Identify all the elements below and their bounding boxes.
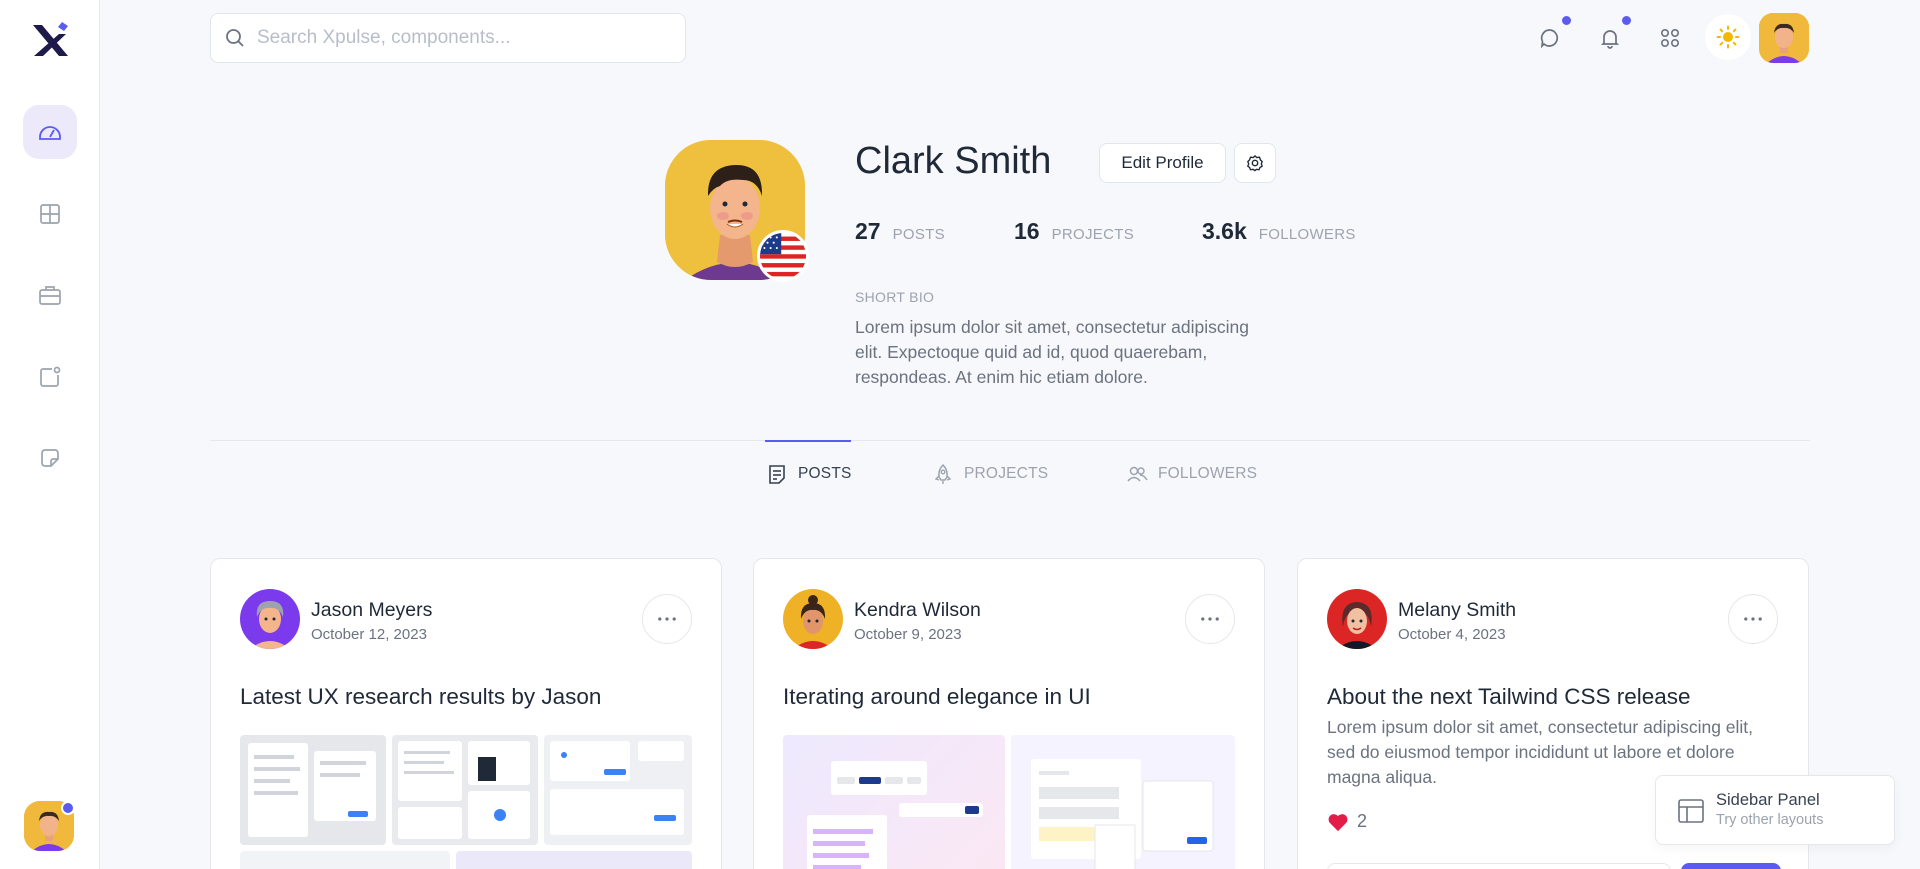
post-gallery[interactable] bbox=[783, 735, 1235, 869]
sticky-note-icon bbox=[41, 449, 59, 467]
profile-settings-button[interactable] bbox=[1234, 143, 1276, 183]
post-options-button[interactable] bbox=[1185, 594, 1235, 644]
notifications-button[interactable] bbox=[1594, 22, 1626, 54]
layout-icon bbox=[1678, 799, 1704, 823]
stat-label: FOLLOWERS bbox=[1258, 226, 1356, 243]
notifications-badge bbox=[1622, 16, 1631, 25]
sidebar-item-dashboard[interactable] bbox=[23, 105, 77, 159]
stat-value: 27 bbox=[855, 218, 881, 244]
post-date: October 9, 2023 bbox=[854, 626, 962, 643]
tab-followers[interactable]: FOLLOWERS bbox=[1126, 463, 1257, 485]
post-author[interactable]: Kendra Wilson bbox=[854, 599, 981, 622]
post-date: October 12, 2023 bbox=[311, 626, 427, 643]
author-avatar bbox=[240, 589, 300, 649]
like-count: 2 bbox=[1357, 811, 1368, 831]
grid-icon bbox=[40, 204, 60, 224]
bio-label: SHORT BIO bbox=[855, 289, 935, 305]
document-icon bbox=[769, 465, 785, 484]
search-icon bbox=[226, 29, 244, 47]
gallery-image[interactable] bbox=[456, 851, 692, 869]
post-title[interactable]: Latest UX research results by Jason bbox=[240, 684, 601, 710]
post-date: October 4, 2023 bbox=[1398, 626, 1506, 643]
messages-badge bbox=[1562, 16, 1571, 25]
stat-projects: 16 PROJECTS bbox=[1014, 218, 1134, 245]
layout-switcher-panel[interactable]: Sidebar Panel Try other layouts bbox=[1655, 775, 1895, 845]
gallery-image[interactable] bbox=[1011, 735, 1235, 869]
search-box[interactable] bbox=[210, 13, 686, 63]
post-options-button[interactable] bbox=[1728, 594, 1778, 644]
heart-icon bbox=[1328, 813, 1348, 831]
panel-title: Sidebar Panel bbox=[1716, 791, 1820, 809]
post-title[interactable]: Iterating around elegance in UI bbox=[783, 684, 1091, 710]
author-avatar bbox=[783, 589, 843, 649]
post-card[interactable]: Kendra Wilson October 9, 2023 Iterating … bbox=[753, 558, 1265, 869]
tab-label: FOLLOWERS bbox=[1158, 465, 1258, 482]
post-options-button[interactable] bbox=[642, 594, 692, 644]
author-avatar bbox=[1327, 589, 1387, 649]
chat-icon bbox=[1540, 29, 1559, 49]
briefcase-icon bbox=[39, 286, 61, 305]
online-indicator bbox=[61, 801, 75, 815]
stat-value: 16 bbox=[1014, 218, 1040, 244]
gear-icon bbox=[1247, 155, 1263, 172]
sidebar-item-notes[interactable] bbox=[23, 431, 77, 485]
sidebar-item-layouts[interactable] bbox=[23, 187, 77, 241]
stat-value: 3.6k bbox=[1202, 218, 1247, 244]
square-dot-icon bbox=[40, 366, 61, 387]
gallery-image[interactable] bbox=[240, 851, 450, 869]
stat-posts: 27 POSTS bbox=[855, 218, 945, 245]
edit-profile-button[interactable]: Edit Profile bbox=[1099, 143, 1226, 183]
messages-button[interactable] bbox=[1534, 22, 1566, 54]
comment-input[interactable] bbox=[1327, 863, 1671, 869]
post-title[interactable]: About the next Tailwind CSS release bbox=[1327, 684, 1691, 710]
bell-icon bbox=[1600, 30, 1620, 49]
app-logo[interactable] bbox=[30, 20, 72, 60]
gallery-image[interactable] bbox=[544, 735, 692, 845]
sidebar-item-notifications[interactable] bbox=[23, 350, 77, 404]
post-card[interactable]: Jason Meyers October 12, 2023 Latest UX … bbox=[210, 558, 722, 869]
comment-submit-button[interactable] bbox=[1681, 863, 1781, 869]
rocket-icon bbox=[934, 463, 952, 484]
tab-label: POSTS bbox=[798, 465, 852, 482]
sun-icon bbox=[1716, 25, 1740, 49]
theme-toggle[interactable] bbox=[1705, 14, 1751, 60]
apps-grid-icon bbox=[1660, 28, 1680, 48]
post-author[interactable]: Melany Smith bbox=[1398, 599, 1516, 622]
more-horizontal-icon bbox=[1201, 617, 1219, 621]
more-horizontal-icon bbox=[1744, 617, 1762, 621]
tab-label: PROJECTS bbox=[964, 465, 1049, 482]
stat-label: POSTS bbox=[892, 226, 945, 243]
tabs-divider bbox=[210, 440, 1810, 441]
tab-projects[interactable]: PROJECTS bbox=[932, 463, 1048, 485]
account-avatar[interactable] bbox=[1759, 13, 1809, 63]
post-gallery[interactable] bbox=[240, 735, 692, 869]
more-horizontal-icon bbox=[658, 617, 676, 621]
gallery-image[interactable] bbox=[392, 735, 538, 845]
post-author[interactable]: Jason Meyers bbox=[311, 599, 432, 622]
search-input[interactable] bbox=[257, 27, 657, 49]
gallery-image[interactable] bbox=[783, 735, 1005, 869]
active-tab-indicator bbox=[765, 440, 851, 442]
apps-button[interactable] bbox=[1654, 22, 1686, 54]
like-button[interactable]: 2 bbox=[1327, 811, 1367, 832]
gauge-icon bbox=[39, 126, 61, 140]
bio-text: Lorem ipsum dolor sit amet, consectetur … bbox=[855, 317, 1249, 387]
gallery-image[interactable] bbox=[240, 735, 386, 845]
panel-subtitle: Try other layouts bbox=[1716, 812, 1824, 828]
stat-followers: 3.6k FOLLOWERS bbox=[1202, 218, 1356, 245]
us-flag-icon bbox=[757, 230, 809, 282]
sidebar bbox=[0, 0, 100, 869]
tab-posts[interactable]: POSTS bbox=[766, 463, 852, 485]
stat-label: PROJECTS bbox=[1051, 226, 1135, 243]
profile-name: Clark Smith bbox=[855, 140, 1052, 182]
users-icon bbox=[1127, 466, 1148, 482]
sidebar-item-projects[interactable] bbox=[23, 268, 77, 322]
